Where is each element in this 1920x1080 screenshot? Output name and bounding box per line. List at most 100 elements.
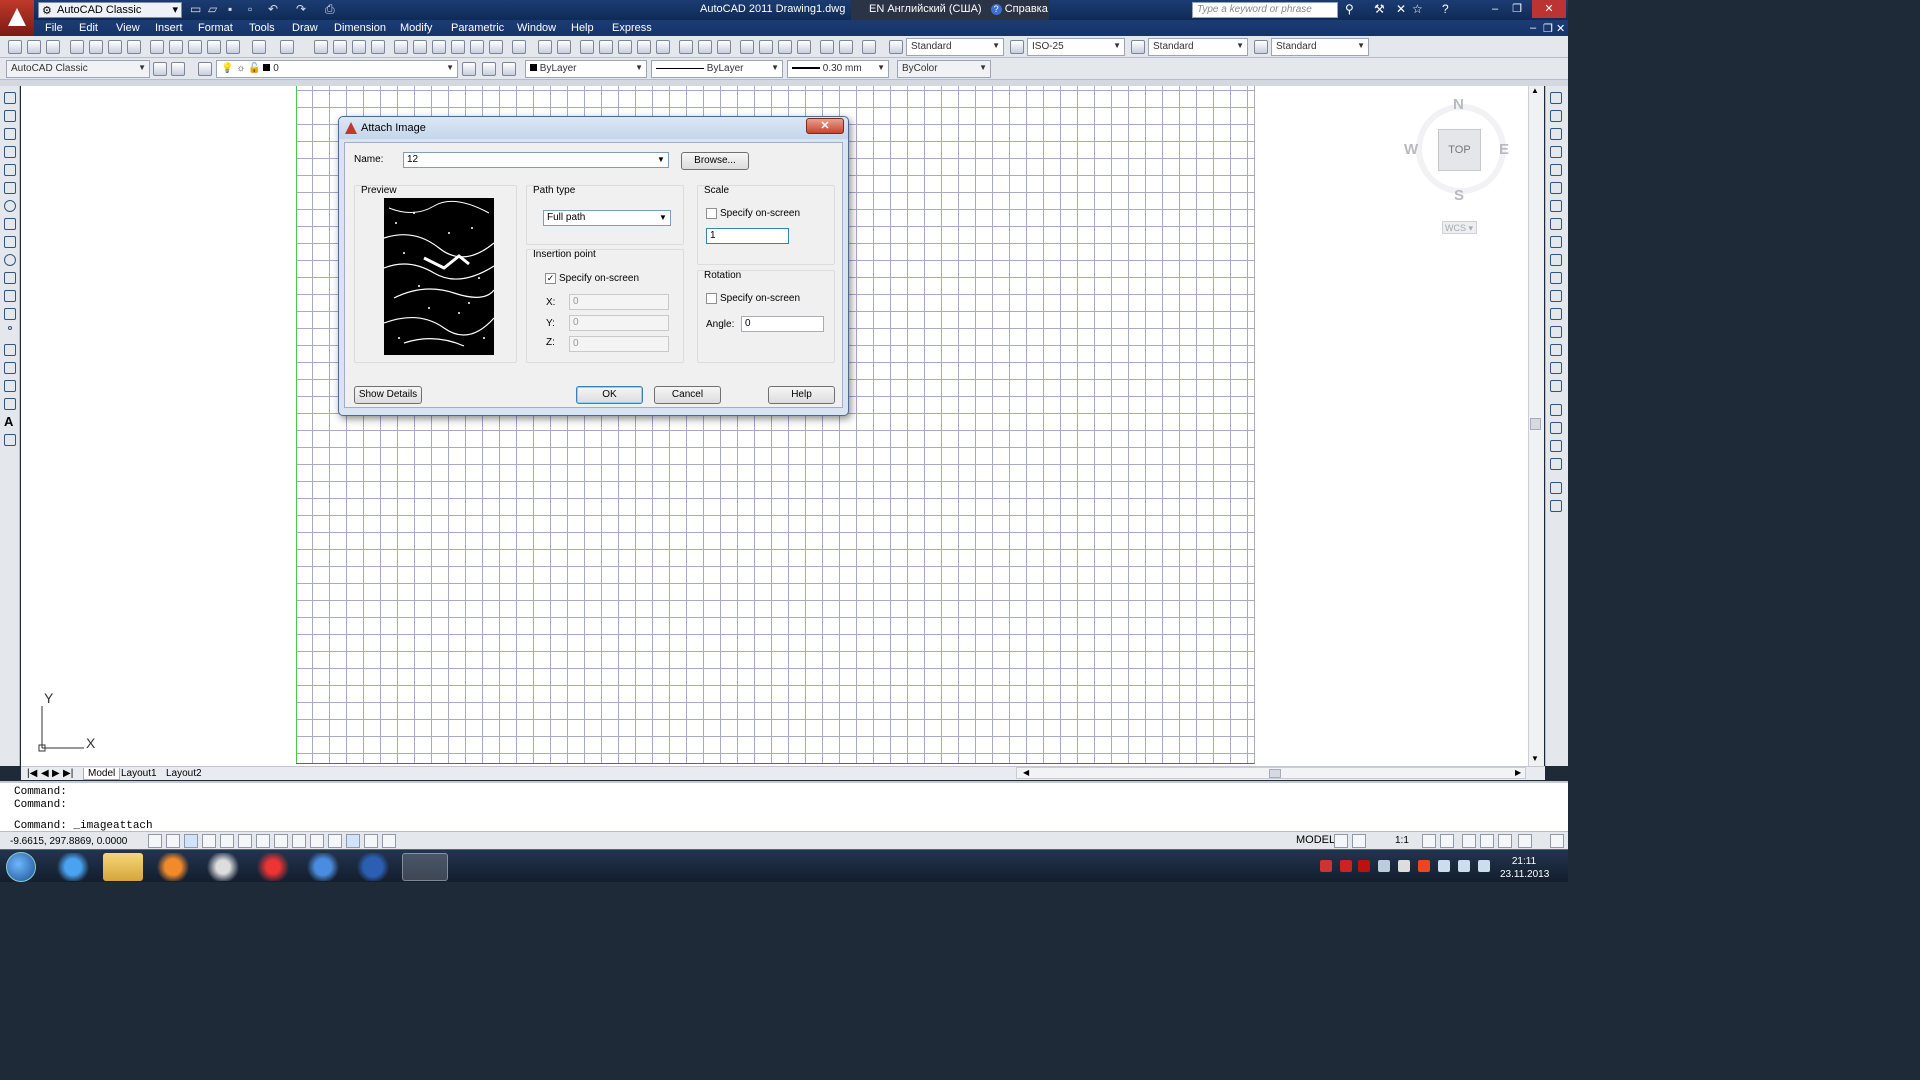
- break-icon[interactable]: [1550, 308, 1562, 320]
- audio-app-icon[interactable]: [300, 853, 346, 881]
- menu-dimension[interactable]: Dimension: [334, 22, 386, 34]
- revision-cloud-icon[interactable]: [4, 218, 16, 230]
- tray-acrobat-icon[interactable]: [1340, 860, 1352, 872]
- wcs-menu[interactable]: WCS ▾: [1442, 221, 1477, 234]
- menu-modify[interactable]: Modify: [400, 22, 432, 34]
- layer-select[interactable]: 💡 ☼ 🔓 0 ▼: [216, 60, 458, 78]
- move-icon[interactable]: [1550, 182, 1562, 194]
- object-snap-icon[interactable]: [238, 834, 252, 848]
- tray-display-icon[interactable]: [1378, 860, 1390, 872]
- point-icon[interactable]: [8, 326, 12, 330]
- z-field[interactable]: 0: [569, 336, 669, 352]
- file-explorer-icon[interactable]: [103, 853, 143, 881]
- hatch-icon[interactable]: [4, 344, 16, 356]
- lineweight-select[interactable]: 0.30 mm ▼: [787, 60, 889, 78]
- app-icon[interactable]: [200, 853, 246, 881]
- subscription-icon[interactable]: ⚒: [1374, 2, 1385, 16]
- annotation-scale[interactable]: 1:1: [1395, 835, 1409, 846]
- explode-icon[interactable]: [1550, 380, 1562, 392]
- open-icon[interactable]: ▱: [208, 2, 217, 18]
- dim-radius-icon[interactable]: [618, 40, 632, 54]
- doc-close-icon[interactable]: ✕: [1556, 22, 1565, 35]
- dim-style-icon[interactable]: [1010, 40, 1024, 54]
- menu-draw[interactable]: Draw: [292, 22, 318, 34]
- snap-mode-icon[interactable]: [166, 834, 180, 848]
- polar-tracking-icon[interactable]: [220, 834, 234, 848]
- tray-flag-icon[interactable]: [1398, 860, 1410, 872]
- plot-file-icon[interactable]: [70, 40, 84, 54]
- vertical-scrollbar[interactable]: ▲ ▼: [1528, 86, 1544, 766]
- arc-icon[interactable]: [4, 182, 16, 194]
- dim-style-select[interactable]: ISO-25 ▼: [1027, 38, 1125, 56]
- dim-baseline-icon[interactable]: [717, 40, 731, 54]
- tray-speaker-alert-icon[interactable]: [1418, 860, 1430, 872]
- dynamic-ucs-icon[interactable]: [292, 834, 306, 848]
- angle-field[interactable]: 0: [741, 316, 824, 332]
- workspace-selector[interactable]: ⚙ AutoCAD Classic ▾: [38, 2, 182, 18]
- rotate-icon[interactable]: [1550, 200, 1562, 212]
- tab-layout1[interactable]: Layout1: [121, 768, 157, 779]
- open-file-icon[interactable]: [27, 40, 41, 54]
- dim-space-icon[interactable]: [759, 40, 773, 54]
- copy-object-icon[interactable]: [1550, 110, 1562, 122]
- scroll-right-icon[interactable]: ▶: [1515, 768, 1521, 777]
- paste-icon[interactable]: [188, 40, 202, 54]
- communication-icon[interactable]: ✕: [1396, 2, 1406, 16]
- save-icon[interactable]: ▪: [228, 2, 232, 18]
- scroll-left-icon[interactable]: ◀: [1023, 768, 1029, 777]
- design-center-icon[interactable]: [413, 40, 427, 54]
- copy-icon[interactable]: [169, 40, 183, 54]
- rotation-specify-checkbox[interactable]: [706, 293, 717, 304]
- scroll-down-icon[interactable]: ▼: [1531, 754, 1539, 763]
- text-front-icon[interactable]: [1550, 482, 1562, 494]
- trim-icon[interactable]: [1550, 254, 1562, 266]
- plot-icon[interactable]: ⎙: [325, 2, 335, 18]
- rectangle-icon[interactable]: [4, 164, 16, 176]
- mleader-style-select[interactable]: Standard ▼: [1271, 38, 1369, 56]
- dim-continue-icon[interactable]: [740, 40, 754, 54]
- menu-window[interactable]: Window: [517, 22, 556, 34]
- hardware-acceleration-icon[interactable]: [1498, 834, 1512, 848]
- redo-icon[interactable]: ↷: [296, 2, 306, 18]
- command-window[interactable]: Command: Command: Command: _imageattach: [0, 781, 1568, 832]
- workspace-save-icon[interactable]: [171, 62, 185, 76]
- dynamic-input-icon[interactable]: [310, 834, 324, 848]
- restore-icon[interactable]: ❐: [1506, 0, 1528, 18]
- send-back-icon[interactable]: [1550, 422, 1562, 434]
- circle-icon[interactable]: [4, 200, 16, 212]
- selection-cycling-icon[interactable]: [382, 834, 396, 848]
- inspection-icon[interactable]: [839, 40, 853, 54]
- workspace-settings-icon[interactable]: [153, 62, 167, 76]
- redo-tb-icon[interactable]: [280, 40, 294, 54]
- quick-view-layouts-icon[interactable]: [1334, 834, 1348, 848]
- scale-specify-checkbox[interactable]: [706, 208, 717, 219]
- properties-icon[interactable]: [394, 40, 408, 54]
- doc-minimize-icon[interactable]: –: [1530, 22, 1536, 34]
- line-icon[interactable]: [4, 92, 16, 104]
- scale-field[interactable]: 1: [706, 228, 789, 244]
- minimize-icon[interactable]: –: [1484, 0, 1506, 18]
- table-style-select[interactable]: Standard ▼: [1148, 38, 1248, 56]
- erase-icon[interactable]: [1550, 92, 1562, 104]
- close-icon[interactable]: ✕: [1532, 0, 1566, 18]
- chamfer-icon[interactable]: [1550, 344, 1562, 356]
- tab-layout2[interactable]: Layout2: [166, 768, 202, 779]
- mirror-icon[interactable]: [1550, 128, 1562, 140]
- help-button-icon[interactable]: ?: [1442, 2, 1449, 16]
- coordinates-readout[interactable]: -9.6615, 297.8869, 0.0000: [10, 836, 127, 847]
- save-file-icon[interactable]: [46, 40, 60, 54]
- name-select[interactable]: 12 ▼: [403, 152, 669, 168]
- block-editor-icon[interactable]: [226, 40, 240, 54]
- tray-network-icon[interactable]: [1438, 860, 1450, 872]
- scroll-up-icon[interactable]: ▲: [1531, 86, 1539, 95]
- object-snap-tracking-icon[interactable]: [274, 834, 288, 848]
- region-icon[interactable]: [4, 380, 16, 392]
- magnet-icon[interactable]: [862, 40, 876, 54]
- layer-previous-icon[interactable]: [482, 62, 496, 76]
- text-style-icon[interactable]: [889, 40, 903, 54]
- qnew-icon[interactable]: [8, 40, 22, 54]
- offset-icon[interactable]: [1550, 146, 1562, 158]
- dialog-title-bar[interactable]: Attach Image ✕: [339, 117, 848, 139]
- make-block-icon[interactable]: [4, 308, 16, 320]
- bring-front-icon[interactable]: [1550, 404, 1562, 416]
